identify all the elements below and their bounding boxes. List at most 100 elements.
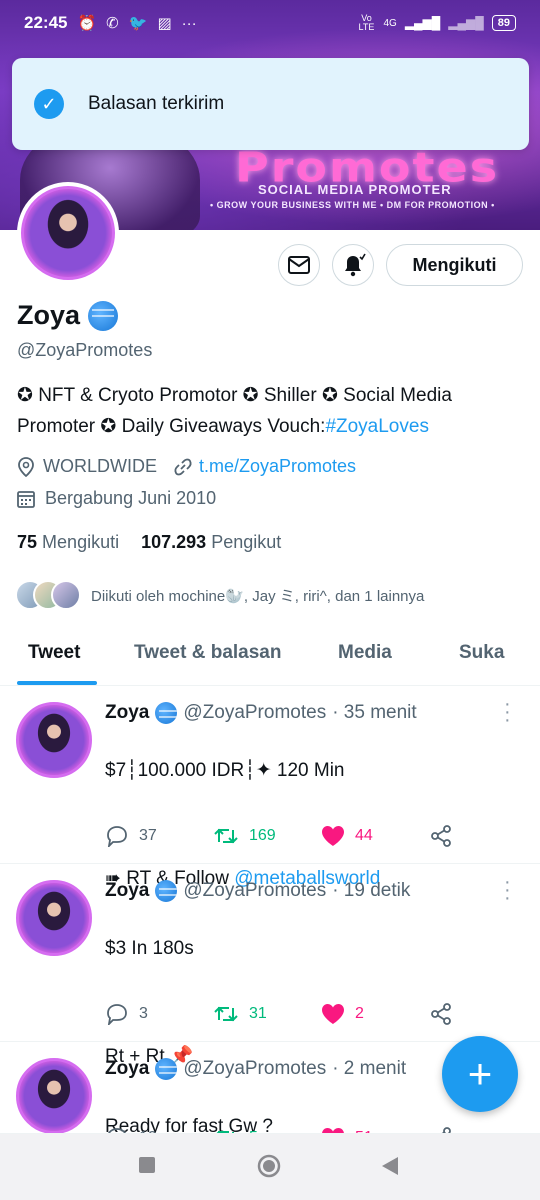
tweet-item[interactable]: Zoya @ZoyaPromotes · 35 menit · · · $7┆100… — [0, 686, 540, 889]
share-button[interactable] — [429, 1002, 537, 1026]
reply-button[interactable]: 37 — [105, 825, 213, 847]
tweet-line: $7┆100.000 IDR┆✦ 120 Min — [105, 760, 345, 781]
tweet-author-name: Zoya — [105, 880, 150, 901]
check-icon: ✓ — [34, 89, 64, 119]
follow-stats: 75 Mengikuti 107.293 Pengikut — [17, 532, 281, 553]
tweet-author-name: Zoya — [105, 702, 150, 723]
profile-avatar[interactable] — [17, 182, 119, 284]
profile-tabs: Tweet Tweet & balasan Media Suka — [0, 624, 540, 686]
bio-hashtag-link[interactable]: #ZoyaLoves — [325, 416, 429, 437]
like-count: 2 — [355, 1005, 364, 1022]
message-button[interactable] — [278, 244, 320, 286]
like-count: 44 — [355, 827, 373, 844]
profile-location: WORLDWIDE — [43, 456, 157, 476]
share-icon — [431, 1003, 451, 1025]
tweet-actions: 3 31 2 — [105, 1002, 537, 1026]
following-label: Mengikuti — [42, 532, 120, 552]
signal-icon: ▂▄▆█ — [404, 16, 441, 30]
followers-label: Pengikut — [211, 532, 282, 552]
back-icon[interactable] — [380, 1156, 400, 1176]
tweet-avatar[interactable] — [16, 1058, 92, 1133]
following-count: 75 — [17, 532, 38, 552]
tweet-author-handle: @ZoyaPromotes — [183, 1058, 327, 1079]
profile-website-link[interactable]: t.me/ZoyaPromotes — [199, 456, 356, 477]
tab-tweet[interactable]: Tweet — [28, 642, 80, 664]
verified-globe-icon — [155, 880, 178, 902]
profile-bio: ✪ NFT & Cryoto Promotor ✪ Shiller ✪ Soci… — [17, 380, 522, 442]
avatar-image — [16, 880, 92, 956]
tweet-avatar[interactable] — [16, 702, 92, 778]
tweet-line: $3 In 180s — [105, 938, 194, 959]
tab-tweet-and-replies[interactable]: Tweet & balasan — [134, 642, 281, 664]
more-options-icon[interactable]: · · · — [504, 694, 511, 730]
gallery-icon: ▨ — [157, 15, 172, 32]
notifications-button[interactable] — [332, 244, 374, 286]
profile-joined-date: Bergabung Juni 2010 — [45, 488, 217, 508]
compose-tweet-button[interactable]: + — [442, 1036, 518, 1112]
banner-subtagline: • GROW YOUR BUSINESS WITH ME • DM FOR PR… — [210, 200, 495, 210]
more-options-icon[interactable]: · · · — [504, 872, 511, 908]
reply-count: 3 — [139, 1005, 148, 1022]
retweet-icon — [214, 828, 238, 844]
retweet-icon — [214, 1006, 238, 1022]
like-button[interactable]: 44 — [321, 825, 429, 847]
status-bar: 22:45 ⏰ ✆ 🐦 ▨ ··· Vo LTE 4G ▂▄▆█ ▂▄▆█ 89 — [0, 0, 540, 46]
share-icon — [431, 825, 451, 847]
calendar-icon — [17, 490, 35, 508]
tweet-actions: 10 5 51 — [105, 1126, 537, 1133]
heart-icon — [322, 1128, 344, 1133]
share-button[interactable] — [429, 824, 537, 848]
tweet-header: Zoya @ZoyaPromotes · 2 menit — [105, 1058, 406, 1080]
profile-handle: @ZoyaPromotes — [17, 340, 153, 360]
following-button[interactable]: Mengikuti — [386, 244, 523, 286]
tweet-item[interactable]: Zoya @ZoyaPromotes · 19 detik · · · $3 In … — [0, 864, 540, 1067]
reply-count: 37 — [139, 827, 157, 844]
verified-globe-icon — [155, 702, 178, 724]
tweet-header: Zoya @ZoyaPromotes · 35 menit — [105, 702, 417, 724]
twitter-icon: 🐦 — [128, 15, 148, 32]
follower-avatar — [51, 580, 81, 610]
like-button[interactable]: 2 — [321, 1003, 429, 1025]
verified-globe-icon — [155, 1058, 178, 1080]
tab-media[interactable]: Media — [338, 642, 392, 664]
recent-apps-icon[interactable] — [138, 1156, 156, 1174]
home-icon[interactable] — [257, 1154, 281, 1178]
like-button[interactable]: 51 — [321, 1127, 429, 1133]
tweet-time: · 2 menit — [332, 1058, 407, 1079]
retweet-button[interactable]: 169 — [213, 826, 321, 846]
bell-icon — [345, 253, 366, 277]
following-stat[interactable]: 75 Mengikuti — [17, 532, 119, 553]
followed-by-row[interactable]: Diikuti oleh mochine🦭, Jay ミ, riri^, dan… — [15, 580, 424, 610]
reply-icon — [107, 826, 127, 847]
tab-likes[interactable]: Suka — [459, 642, 504, 664]
followers-stat[interactable]: 107.293 Pengikut — [141, 532, 281, 553]
avatar-image — [16, 702, 92, 778]
alarm-icon: ⏰ — [77, 15, 97, 32]
profile-name-row: Zoya — [17, 300, 119, 331]
reply-icon — [108, 1128, 126, 1133]
plus-icon: + — [467, 1050, 493, 1097]
tweet-time: · 19 detik — [332, 880, 411, 901]
tweet-time: · 35 menit — [332, 702, 417, 723]
retweet-button[interactable]: 31 — [213, 1004, 321, 1024]
heart-icon — [322, 826, 344, 846]
tweet-author-handle: @ZoyaPromotes — [183, 880, 327, 901]
followers-count: 107.293 — [141, 532, 207, 552]
tweet-author-name: Zoya — [105, 1058, 150, 1079]
network-indicator: 4G — [383, 17, 397, 29]
profile-meta-row: WORLDWIDE t.me/ZoyaPromotes — [17, 456, 356, 477]
whatsapp-icon: ✆ — [106, 15, 119, 32]
tweet-actions: 37 169 44 — [105, 824, 537, 848]
reply-button[interactable]: 3 — [105, 1003, 213, 1025]
reply-button[interactable]: 10 — [105, 1127, 213, 1133]
profile-joined-row: Bergabung Juni 2010 — [17, 488, 216, 509]
banner-tagline: SOCIAL MEDIA PROMOTER — [258, 182, 452, 197]
tweet-avatar[interactable] — [16, 880, 92, 956]
verified-globe-icon — [88, 300, 119, 331]
followed-by-text: Diikuti oleh mochine🦭, Jay ミ, riri^, dan… — [91, 587, 425, 605]
share-button[interactable] — [429, 1126, 537, 1133]
tweet-header: Zoya @ZoyaPromotes · 19 detik — [105, 880, 410, 902]
location-pin-icon — [18, 456, 34, 477]
reply-sent-toast: ✓ Balasan terkirim — [12, 58, 529, 150]
avatar-image — [21, 186, 115, 280]
